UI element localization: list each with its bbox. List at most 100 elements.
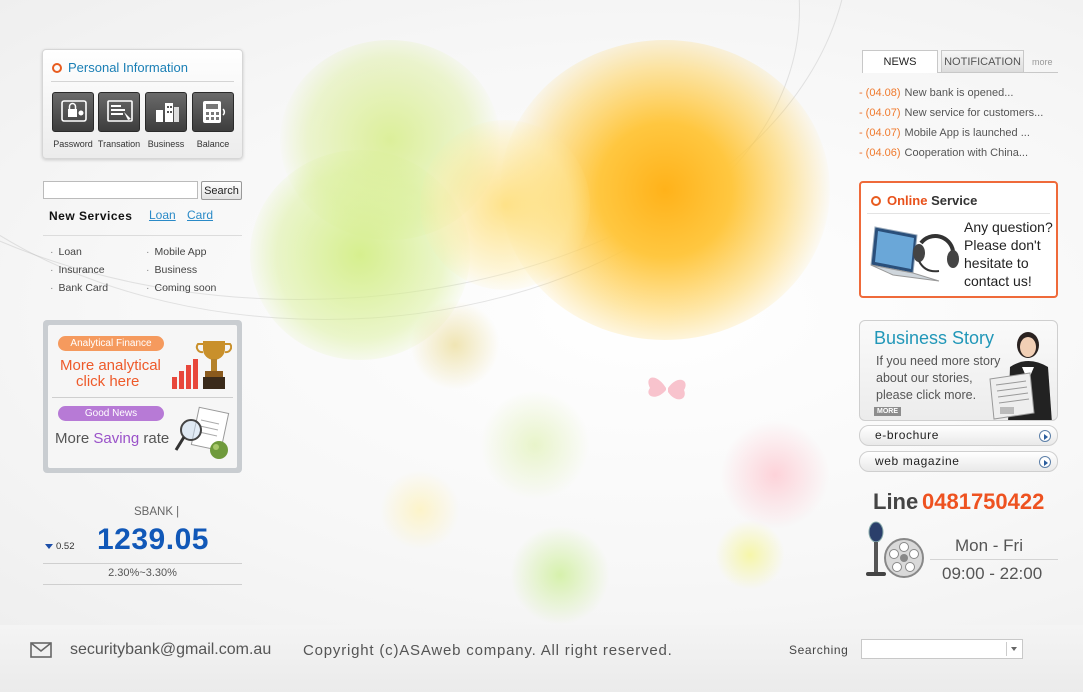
service-item-bank-card[interactable]: Bank Card xyxy=(50,282,109,294)
laptop-headset-icon xyxy=(870,226,959,282)
butterfly-icon xyxy=(648,377,686,400)
search-input[interactable] xyxy=(43,181,198,199)
news-text: New bank is opened... xyxy=(904,87,1014,99)
news-item[interactable]: - (04.07) New service for customers... xyxy=(859,107,1043,119)
news-date: (04.07) xyxy=(865,127,901,139)
news-text: New service for customers... xyxy=(904,107,1044,119)
personal-information-label: Personal Information xyxy=(68,60,188,75)
news-date: (04.07) xyxy=(865,107,901,119)
good-news-text: More Saving rate xyxy=(55,430,169,447)
news-date: (04.08) xyxy=(865,87,901,99)
personal-information-title: Personal Information xyxy=(52,60,188,75)
dash-bullet: - xyxy=(859,147,863,159)
e-brochure-link[interactable]: e-brochure xyxy=(859,425,1058,446)
ring-bullet-icon xyxy=(871,195,881,206)
hours-time: 09:00 - 22:00 xyxy=(942,564,1043,583)
transaction-label: Transation xyxy=(97,139,141,149)
loan-link[interactable]: Loan xyxy=(149,208,176,222)
down-arrow-icon xyxy=(45,544,53,549)
stock-change-value: 0.52 xyxy=(56,541,75,552)
news-item[interactable]: - (04.08) New bank is opened... xyxy=(859,87,1013,99)
divider xyxy=(43,235,242,236)
dash-bullet: - xyxy=(859,107,863,119)
businesswoman-newspaper-icon xyxy=(989,332,1052,420)
password-label: Password xyxy=(53,139,93,149)
line-label: Line xyxy=(873,489,919,514)
footer-email[interactable]: securitybank@gmail.com.au xyxy=(70,641,271,659)
web-magazine-link[interactable]: web magazine xyxy=(859,451,1058,472)
good-news-banner[interactable]: Good News More Saving rate xyxy=(48,398,237,468)
footer-search-select[interactable] xyxy=(861,639,1023,659)
business-story-panel[interactable]: Business Story If you need more story ab… xyxy=(859,320,1058,421)
transaction-button[interactable] xyxy=(98,92,140,132)
divider xyxy=(930,559,1058,560)
tab-news[interactable]: NEWS xyxy=(862,50,938,73)
divider xyxy=(938,72,1058,73)
magnifier-document-icon xyxy=(174,406,230,459)
business-story-title: Business Story xyxy=(874,328,995,348)
news-text: Mobile App is launched ... xyxy=(904,127,1030,139)
card-link[interactable]: Card xyxy=(187,208,213,222)
search-button[interactable]: Search xyxy=(201,181,242,200)
news-date: (04.06) xyxy=(865,147,901,159)
business-icon xyxy=(156,103,179,122)
business-label: Business xyxy=(147,139,185,149)
service-item-coming-soon[interactable]: Coming soon xyxy=(146,282,217,294)
password-button[interactable] xyxy=(52,92,94,132)
story-more-button[interactable]: MORE xyxy=(874,407,901,416)
arrow-right-icon xyxy=(1039,430,1051,442)
news-more-link[interactable]: more xyxy=(1032,57,1053,67)
good-news-text-before: More xyxy=(55,430,90,447)
footer: securitybank@gmail.com.au Copyright (c)A… xyxy=(0,625,1083,692)
web-magazine-label: web magazine xyxy=(875,454,960,468)
service-item-loan[interactable]: Loan xyxy=(50,246,82,258)
good-news-text-after: rate xyxy=(143,430,170,447)
balance-label: Balance xyxy=(196,139,230,149)
green-blob xyxy=(510,525,610,625)
business-button[interactable] xyxy=(145,92,187,132)
news-item[interactable]: - (04.07) Mobile App is launched ... xyxy=(859,127,1030,139)
online-service-title: Online Service xyxy=(871,193,977,208)
analytical-finance-pill: Analytical Finance xyxy=(58,336,164,351)
online-title-rest: Service xyxy=(931,193,978,208)
footer-copyright: Copyright (c)ASAweb company. All right r… xyxy=(303,642,673,659)
mail-icon xyxy=(30,642,52,658)
personal-information-panel: Personal Information Password Transation… xyxy=(42,49,243,159)
news-item[interactable]: - (04.06) Cooperation with China... xyxy=(859,147,1028,159)
service-item-mobile-app[interactable]: Mobile App xyxy=(146,246,207,258)
chevron-down-icon[interactable] xyxy=(1006,642,1022,656)
stock-range: 2.30%~3.30% xyxy=(108,567,177,579)
divider xyxy=(43,563,242,564)
yellow-blob xyxy=(715,520,785,590)
microphone-film-reel-icon xyxy=(866,521,924,578)
yellow-blob xyxy=(410,300,500,390)
yellow-blob xyxy=(420,120,590,290)
analytical-finance-banner[interactable]: Analytical Finance More analytical click… xyxy=(48,325,237,397)
analytical-line1: More analytical xyxy=(60,357,161,374)
transaction-icon xyxy=(107,100,133,122)
service-item-insurance[interactable]: Insurance xyxy=(50,264,105,276)
tab-notification[interactable]: NOTIFICATION xyxy=(941,50,1024,73)
service-item-business[interactable]: Business xyxy=(146,264,198,276)
password-icon xyxy=(61,100,87,122)
ring-bullet-icon xyxy=(52,62,62,73)
stock-label: SBANK | xyxy=(134,506,180,518)
divider xyxy=(51,81,234,82)
dash-bullet: - xyxy=(859,87,863,99)
stock-change: 0.52 xyxy=(45,541,75,552)
divider xyxy=(867,213,1050,214)
new-services-heading: New Services xyxy=(49,209,133,223)
e-brochure-label: e-brochure xyxy=(875,428,940,442)
online-line: Any question? xyxy=(964,219,1053,235)
hours-days: Mon - Fri xyxy=(955,536,1023,555)
line-number: 0481750422 xyxy=(922,489,1045,514)
online-line: hesitate to xyxy=(964,255,1029,271)
dash-bullet: - xyxy=(859,127,863,139)
trophy-chart-icon xyxy=(172,341,232,389)
divider xyxy=(43,584,242,585)
balance-button[interactable] xyxy=(192,92,234,132)
online-service-panel[interactable]: Online Service Any question? Please don'… xyxy=(859,181,1058,298)
yellow-blob xyxy=(380,470,460,550)
online-line: contact us! xyxy=(964,273,1032,289)
footer-search-label: Searching xyxy=(789,643,849,657)
